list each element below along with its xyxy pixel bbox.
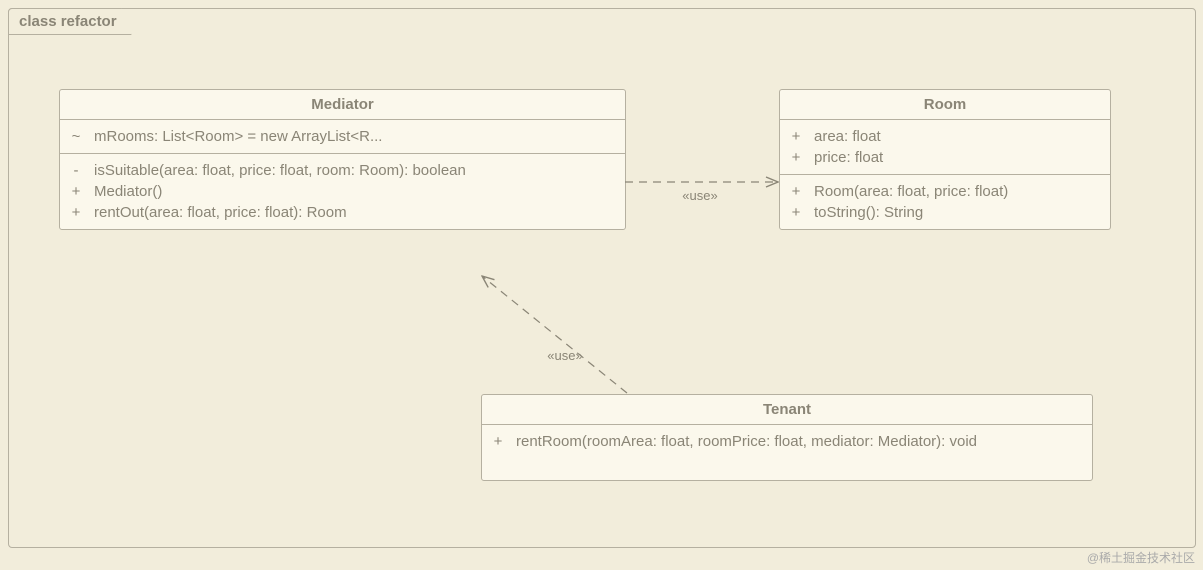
visibility: + (70, 183, 82, 200)
visibility: + (790, 204, 802, 221)
attribute-row: + area: float (790, 126, 1100, 147)
signature: isSuitable(area: float, price: float, ro… (94, 162, 466, 179)
visibility: + (790, 149, 802, 166)
class-title: Mediator (60, 90, 625, 120)
attribute-row: + price: float (790, 147, 1100, 168)
signature: price: float (814, 149, 883, 166)
class-room: Room + area: float + price: float + Room… (779, 89, 1111, 230)
class-attributes: ~ mRooms: List<Room> = new ArrayList<R..… (60, 120, 625, 154)
class-attributes: + area: float + price: float (780, 120, 1110, 175)
class-operations: + rentRoom(roomArea: float, roomPrice: f… (482, 425, 1092, 480)
class-operations: - isSuitable(area: float, price: float, … (60, 154, 625, 229)
visibility: + (790, 128, 802, 145)
visibility: ~ (70, 128, 82, 145)
signature: toString(): String (814, 204, 923, 221)
class-mediator: Mediator ~ mRooms: List<Room> = new Arra… (59, 89, 626, 230)
operation-row: + toString(): String (790, 202, 1100, 223)
visibility: + (70, 204, 82, 221)
class-title: Tenant (482, 395, 1092, 425)
signature: area: float (814, 128, 881, 145)
operation-row: + Mediator() (70, 181, 615, 202)
diagram-frame: class refactor Mediator ~ mRooms: List<R… (8, 8, 1196, 548)
operation-row: - isSuitable(area: float, price: float, … (70, 160, 615, 181)
visibility: + (492, 433, 504, 450)
class-title: Room (780, 90, 1110, 120)
frame-title: class refactor (8, 8, 132, 35)
class-operations: + Room(area: float, price: float) + toSt… (780, 175, 1110, 229)
operation-row: + Room(area: float, price: float) (790, 181, 1100, 202)
attribute-row: ~ mRooms: List<Room> = new ArrayList<R..… (70, 126, 615, 147)
signature: Mediator() (94, 183, 162, 200)
signature: Room(area: float, price: float) (814, 183, 1008, 200)
visibility: + (790, 183, 802, 200)
visibility: - (70, 162, 82, 179)
signature: mRooms: List<Room> = new ArrayList<R... (94, 128, 382, 145)
class-tenant: Tenant + rentRoom(roomArea: float, roomP… (481, 394, 1093, 481)
signature: rentOut(area: float, price: float): Room (94, 204, 347, 221)
operation-row: + rentRoom(roomArea: float, roomPrice: f… (492, 431, 1082, 452)
watermark: @稀土掘金技术社区 (1087, 549, 1195, 566)
signature: rentRoom(roomArea: float, roomPrice: flo… (516, 433, 977, 450)
operation-row: + rentOut(area: float, price: float): Ro… (70, 202, 615, 223)
